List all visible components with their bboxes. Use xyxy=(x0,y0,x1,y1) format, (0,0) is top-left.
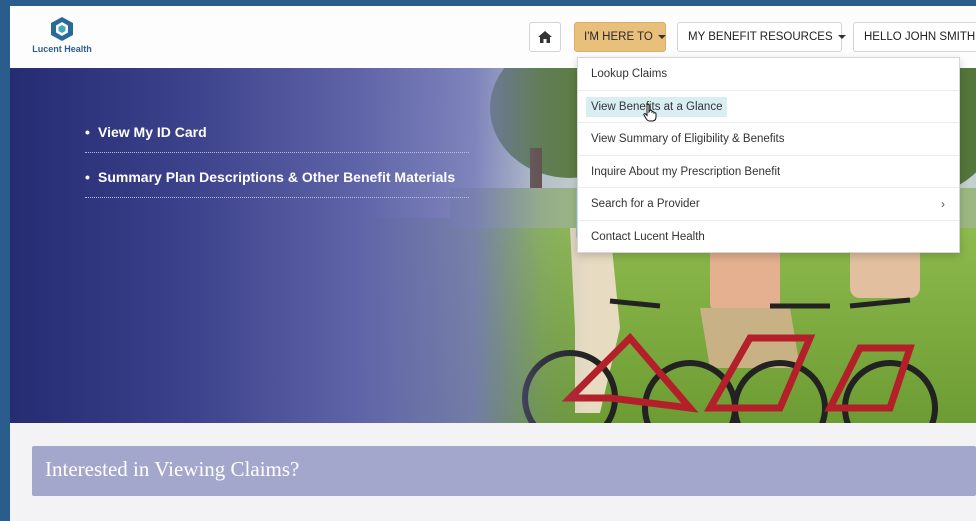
menu-item-label: Lookup Claims xyxy=(591,68,668,80)
im-here-to-dropdown-menu: Lookup Claims View Benefits at a Glance … xyxy=(577,57,960,253)
menu-item-prescription-benefit[interactable]: Inquire About my Prescription Benefit xyxy=(578,156,959,188)
im-here-to-label: I'M HERE TO xyxy=(584,31,653,43)
home-icon xyxy=(538,30,552,43)
menu-item-contact-lucent-health[interactable]: Contact Lucent Health xyxy=(578,221,959,254)
menu-item-view-summary-of-eligibility[interactable]: View Summary of Eligibility & Benefits xyxy=(578,123,959,156)
hand-pointer-cursor-icon xyxy=(643,104,657,122)
chevron-down-icon xyxy=(657,34,666,39)
user-menu-button[interactable]: HELLO JOHN SMITH xyxy=(853,22,976,52)
im-here-to-dropdown-button[interactable]: I'M HERE TO xyxy=(574,22,666,52)
menu-item-search-for-provider[interactable]: Search for a Provider › xyxy=(578,188,959,221)
summary-plan-descriptions-link[interactable]: • Summary Plan Descriptions & Other Bene… xyxy=(85,165,469,198)
chevron-down-icon xyxy=(837,34,846,39)
menu-item-label: Contact Lucent Health xyxy=(591,230,705,243)
menu-item-label: View Summary of Eligibility & Benefits xyxy=(591,133,785,145)
user-greeting-label: HELLO JOHN SMITH xyxy=(864,31,976,43)
logo-hexagon-icon xyxy=(51,17,73,41)
claims-banner-title: Interested in Viewing Claims? xyxy=(45,457,300,481)
bullet: • xyxy=(85,169,90,185)
viewing-claims-banner: Interested in Viewing Claims? xyxy=(32,446,976,496)
link-label: View My ID Card xyxy=(98,124,207,140)
lucent-health-logo[interactable]: Lucent Health xyxy=(30,16,94,54)
browser-viewport: Lucent Health I'M HERE TO MY BENEFIT RES… xyxy=(10,6,976,521)
home-button[interactable] xyxy=(529,22,561,52)
menu-item-label: Inquire About my Prescription Benefit xyxy=(591,165,781,178)
menu-item-view-benefits-at-a-glance[interactable]: View Benefits at a Glance xyxy=(578,91,959,123)
link-label: Summary Plan Descriptions & Other Benefi… xyxy=(98,169,456,185)
bullet: • xyxy=(85,124,90,140)
view-id-card-link[interactable]: • View My ID Card xyxy=(85,120,469,153)
menu-item-label: Search for a Provider xyxy=(591,198,700,210)
menu-item-lookup-claims[interactable]: Lookup Claims xyxy=(578,58,959,91)
logo-text: Lucent Health xyxy=(32,44,92,54)
chevron-right-icon: › xyxy=(941,197,945,211)
my-benefit-resources-label: MY BENEFIT RESOURCES xyxy=(688,31,833,43)
my-benefit-resources-dropdown-button[interactable]: MY BENEFIT RESOURCES xyxy=(677,22,846,52)
hero-quick-links: • View My ID Card • Summary Plan Descrip… xyxy=(85,120,469,210)
